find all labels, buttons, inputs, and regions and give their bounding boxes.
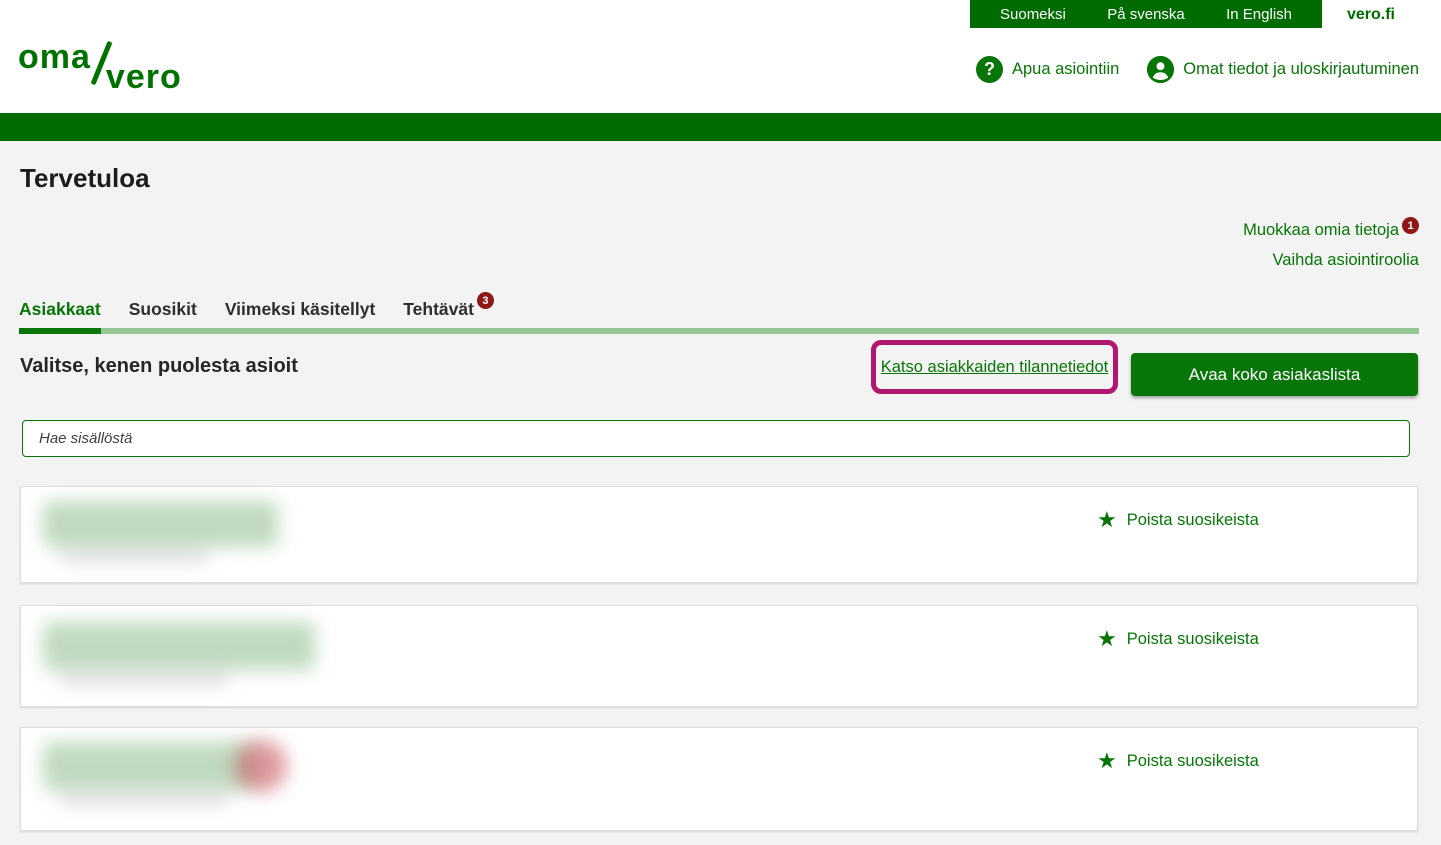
page-title: Tervetuloa bbox=[20, 163, 150, 194]
remove-favorite-control[interactable]: ★ Poista suosikeista bbox=[1097, 750, 1259, 772]
tab-tehtavat-label: Tehtävät bbox=[403, 299, 474, 319]
star-icon: ★ bbox=[1097, 509, 1117, 531]
customer-status-link[interactable]: Katso asiakkaiden tilannetiedot bbox=[881, 358, 1109, 377]
question-mark-icon: ? bbox=[976, 56, 1003, 83]
vero-fi-link[interactable]: vero.fi bbox=[1347, 6, 1395, 24]
help-link-label: Apua asiointiin bbox=[1012, 60, 1119, 79]
account-link-label: Omat tiedot ja uloskirjautuminen bbox=[1183, 60, 1419, 79]
remove-favorite-label: Poista suosikeista bbox=[1127, 630, 1259, 649]
omavero-page: oma vero ? Apua asiointiin Omat tiedot j… bbox=[0, 0, 1441, 845]
redacted-customer-name bbox=[43, 742, 255, 790]
account-link[interactable]: Omat tiedot ja uloskirjautuminen bbox=[1147, 56, 1419, 83]
help-link[interactable]: ? Apua asiointiin bbox=[976, 56, 1119, 83]
open-customer-list-button[interactable]: Avaa koko asiakaslista bbox=[1131, 353, 1418, 396]
redacted-customer-name bbox=[43, 501, 278, 547]
language-bar: Suomeksi På svenska In English bbox=[970, 0, 1322, 28]
edit-own-info-link[interactable]: Muokkaa omia tietoja bbox=[1243, 221, 1399, 239]
section-title: Valitse, kenen puolesta asioit bbox=[20, 355, 298, 378]
profile-links: Muokkaa omia tietoja1 Vaihda asiointiroo… bbox=[1243, 221, 1419, 281]
redacted-customer-name bbox=[43, 622, 315, 670]
redacted-customer-id bbox=[59, 792, 229, 806]
remove-favorite-label: Poista suosikeista bbox=[1127, 752, 1259, 771]
tehtavat-badge: 3 bbox=[477, 292, 494, 309]
redacted-alert-badge bbox=[235, 740, 287, 792]
tab-suosikit[interactable]: Suosikit bbox=[129, 299, 197, 334]
customer-card[interactable]: ★ Poista suosikeista bbox=[20, 727, 1418, 831]
star-icon: ★ bbox=[1097, 750, 1117, 772]
remove-favorite-label: Poista suosikeista bbox=[1127, 511, 1259, 530]
star-icon: ★ bbox=[1097, 628, 1117, 650]
tab-viimeksi-kasitellyt[interactable]: Viimeksi käsitellyt bbox=[225, 299, 375, 334]
redacted-customer-id bbox=[59, 672, 229, 686]
redacted-customer-id bbox=[59, 549, 209, 563]
change-role-link[interactable]: Vaihda asiointiroolia bbox=[1273, 251, 1419, 269]
remove-favorite-control[interactable]: ★ Poista suosikeista bbox=[1097, 628, 1259, 650]
person-icon bbox=[1147, 56, 1174, 83]
tab-bar: Asiakkaat Suosikit Viimeksi käsitellyt T… bbox=[19, 299, 1419, 334]
search-input[interactable] bbox=[22, 420, 1410, 457]
logo-text-vero: vero bbox=[106, 60, 182, 94]
customer-card[interactable]: ★ Poista suosikeista bbox=[20, 605, 1418, 707]
remove-favorite-control[interactable]: ★ Poista suosikeista bbox=[1097, 509, 1259, 531]
header-links: ? Apua asiointiin Omat tiedot ja uloskir… bbox=[976, 56, 1419, 83]
edit-info-badge: 1 bbox=[1402, 217, 1419, 234]
omavero-logo[interactable]: oma vero bbox=[18, 40, 182, 94]
customer-card[interactable]: ★ Poista suosikeista bbox=[20, 486, 1418, 583]
annotation-highlight-box: Katso asiakkaiden tilannetiedot bbox=[871, 340, 1118, 394]
tab-tehtavat[interactable]: Tehtävät3 bbox=[403, 299, 494, 334]
language-link-english[interactable]: In English bbox=[1226, 6, 1292, 23]
tab-asiakkaat[interactable]: Asiakkaat bbox=[19, 299, 101, 334]
logo-text-oma: oma bbox=[18, 40, 91, 74]
green-divider-band bbox=[0, 113, 1441, 141]
language-link-swedish[interactable]: På svenska bbox=[1107, 6, 1185, 23]
language-link-finnish[interactable]: Suomeksi bbox=[1000, 6, 1066, 23]
